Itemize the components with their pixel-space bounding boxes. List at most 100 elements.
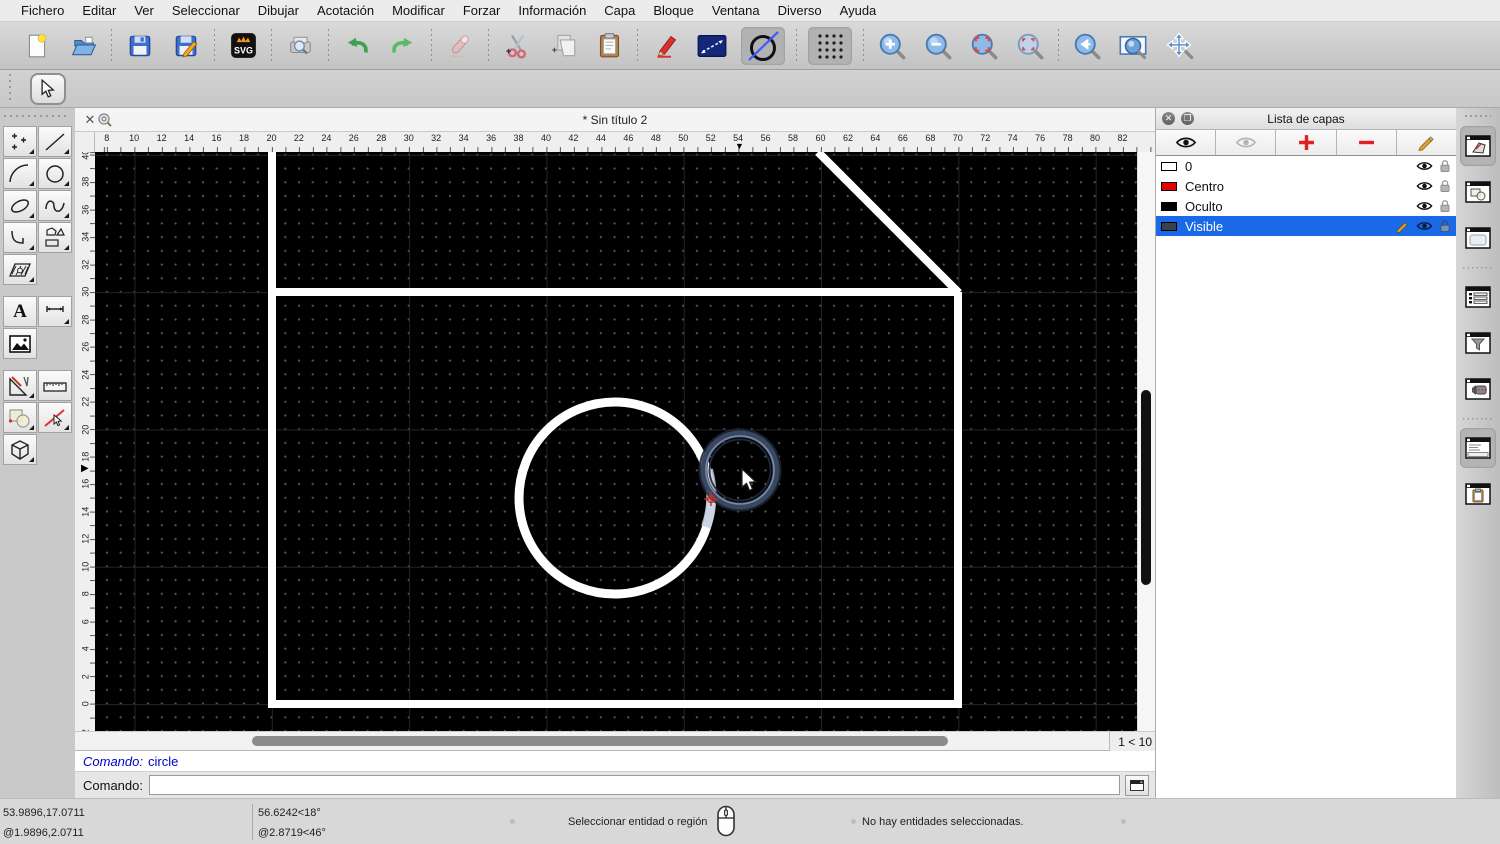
toolbar-drag-handle[interactable] bbox=[6, 73, 14, 104]
cut-button[interactable] bbox=[500, 27, 534, 65]
vertical-scrollbar-thumb[interactable] bbox=[1141, 390, 1151, 585]
menu-item[interactable]: Ver bbox=[125, 3, 163, 18]
drawing-canvas[interactable] bbox=[95, 152, 1137, 731]
layer-row-centro[interactable]: Centro bbox=[1156, 176, 1456, 196]
zoom-in-button[interactable] bbox=[875, 27, 909, 65]
ruler-label: 42 bbox=[568, 133, 579, 143]
layer-row-0[interactable]: 0 bbox=[1156, 156, 1456, 176]
layer-lock-icon[interactable] bbox=[1439, 179, 1451, 193]
menu-item[interactable]: Diverso bbox=[769, 3, 831, 18]
circle-tool-button[interactable] bbox=[741, 26, 785, 65]
command-window-button[interactable] bbox=[1125, 774, 1149, 796]
menu-item[interactable]: Seleccionar bbox=[163, 3, 249, 18]
cad-tools[interactable] bbox=[3, 370, 37, 401]
strip-drag-handle[interactable] bbox=[1465, 113, 1491, 119]
layer-row-visible[interactable]: Visible bbox=[1156, 216, 1456, 236]
tab-title[interactable]: * Sin título 2 bbox=[75, 113, 1155, 127]
layer-visible-icon[interactable] bbox=[1416, 180, 1433, 192]
svg-export-icon: SVG bbox=[230, 33, 256, 58]
measure-tool[interactable] bbox=[38, 370, 72, 401]
selection-filter-toggle[interactable] bbox=[1460, 323, 1496, 363]
zoom-pan-button[interactable] bbox=[1162, 27, 1196, 65]
hatch-tool[interactable] bbox=[3, 254, 37, 285]
zoom-window-button[interactable] bbox=[1116, 27, 1150, 65]
grid-toggle-button[interactable] bbox=[808, 26, 852, 65]
view-list-toggle[interactable] bbox=[1460, 369, 1496, 409]
menu-item[interactable]: Acotación bbox=[308, 3, 383, 18]
menu-item[interactable]: Modificar bbox=[383, 3, 454, 18]
draw-pencil-button[interactable] bbox=[649, 27, 683, 65]
layer-lock-icon[interactable] bbox=[1439, 199, 1451, 213]
ellipse-tool[interactable] bbox=[3, 190, 37, 221]
save-as-button[interactable] bbox=[169, 27, 203, 65]
layer-visible-icon[interactable] bbox=[1416, 160, 1433, 172]
layer-edit-pencil-icon[interactable] bbox=[1395, 219, 1410, 233]
shapes-tool[interactable] bbox=[38, 222, 72, 253]
solid-3d-tool[interactable] bbox=[3, 434, 37, 465]
menu-item[interactable]: Bloque bbox=[644, 3, 702, 18]
command-line-toggle[interactable] bbox=[1460, 428, 1496, 468]
paste-button[interactable] bbox=[592, 27, 626, 65]
layer-lock-icon[interactable] bbox=[1439, 219, 1451, 233]
modify-select-tool[interactable] bbox=[38, 402, 72, 433]
circle-tool-palette[interactable] bbox=[38, 158, 72, 189]
eye-closed-icon bbox=[1235, 137, 1257, 148]
library-browser-toggle[interactable] bbox=[1460, 218, 1496, 258]
new-file-button[interactable] bbox=[20, 27, 54, 65]
save-button[interactable] bbox=[123, 27, 157, 65]
dimension-button[interactable] bbox=[695, 27, 729, 65]
menu-item[interactable]: Dibujar bbox=[249, 3, 308, 18]
hide-all-layers-button[interactable] bbox=[1216, 130, 1277, 155]
menu-item[interactable]: Capa bbox=[595, 3, 644, 18]
arc-tool[interactable] bbox=[3, 158, 37, 189]
block-list-toggle[interactable] bbox=[1460, 172, 1496, 212]
dimension-tool-palette[interactable] bbox=[38, 296, 72, 327]
layer-lock-icon[interactable] bbox=[1439, 159, 1451, 173]
layer-visible-icon[interactable] bbox=[1416, 220, 1433, 232]
selection-pointer-button[interactable] bbox=[30, 72, 66, 105]
palette-drag-handle[interactable] bbox=[4, 112, 67, 120]
print-preview-button[interactable] bbox=[283, 27, 317, 65]
export-svg-button[interactable]: SVG bbox=[226, 27, 260, 65]
zoom-previous-icon bbox=[1074, 33, 1101, 59]
zoom-auto-button[interactable] bbox=[967, 27, 1001, 65]
remove-layer-button[interactable] bbox=[1337, 130, 1397, 155]
image-tool[interactable] bbox=[3, 328, 37, 359]
zoom-out-button[interactable] bbox=[921, 27, 955, 65]
layer-visible-icon[interactable] bbox=[1416, 200, 1433, 212]
delete-button[interactable] bbox=[443, 27, 477, 65]
layer-row-oculto[interactable]: Oculto bbox=[1156, 196, 1456, 216]
save-icon bbox=[129, 35, 151, 56]
vertical-scrollbar[interactable] bbox=[1137, 152, 1155, 731]
spline-tool[interactable] bbox=[38, 190, 72, 221]
add-layer-button[interactable] bbox=[1276, 130, 1337, 155]
edit-layer-button[interactable] bbox=[1397, 130, 1456, 155]
property-editor-toggle[interactable] bbox=[1460, 277, 1496, 317]
menu-item[interactable]: Ayuda bbox=[831, 3, 886, 18]
points-tool[interactable] bbox=[3, 126, 37, 157]
toolbar-separator bbox=[796, 28, 797, 63]
menu-item[interactable]: Fichero bbox=[12, 3, 73, 18]
zoom-in-icon bbox=[879, 33, 906, 59]
menu-item[interactable]: Ventana bbox=[703, 3, 769, 18]
clipboard-panel-toggle[interactable] bbox=[1460, 474, 1496, 514]
menu-item[interactable]: Editar bbox=[73, 3, 125, 18]
layer-list-toggle[interactable] bbox=[1460, 126, 1496, 166]
menu-item[interactable]: Forzar bbox=[454, 3, 510, 18]
zoom-redraw-button[interactable] bbox=[1013, 27, 1047, 65]
horizontal-scrollbar-thumb[interactable] bbox=[252, 736, 948, 746]
open-file-button[interactable] bbox=[66, 27, 100, 65]
horizontal-scrollbar[interactable]: 1 < 10 bbox=[75, 731, 1155, 751]
modify-tool[interactable] bbox=[3, 402, 37, 433]
command-input[interactable] bbox=[148, 775, 1120, 795]
undo-button[interactable] bbox=[340, 27, 374, 65]
show-all-layers-button[interactable] bbox=[1156, 130, 1217, 155]
text-tool[interactable]: A bbox=[3, 296, 37, 327]
copy-button[interactable] bbox=[546, 27, 580, 65]
layer-name: Oculto bbox=[1185, 198, 1223, 214]
redo-button[interactable] bbox=[386, 27, 420, 65]
line-tool[interactable] bbox=[38, 126, 72, 157]
zoom-previous-button[interactable] bbox=[1070, 27, 1104, 65]
menu-item[interactable]: Información bbox=[509, 3, 595, 18]
polyline-tool[interactable] bbox=[3, 222, 37, 253]
